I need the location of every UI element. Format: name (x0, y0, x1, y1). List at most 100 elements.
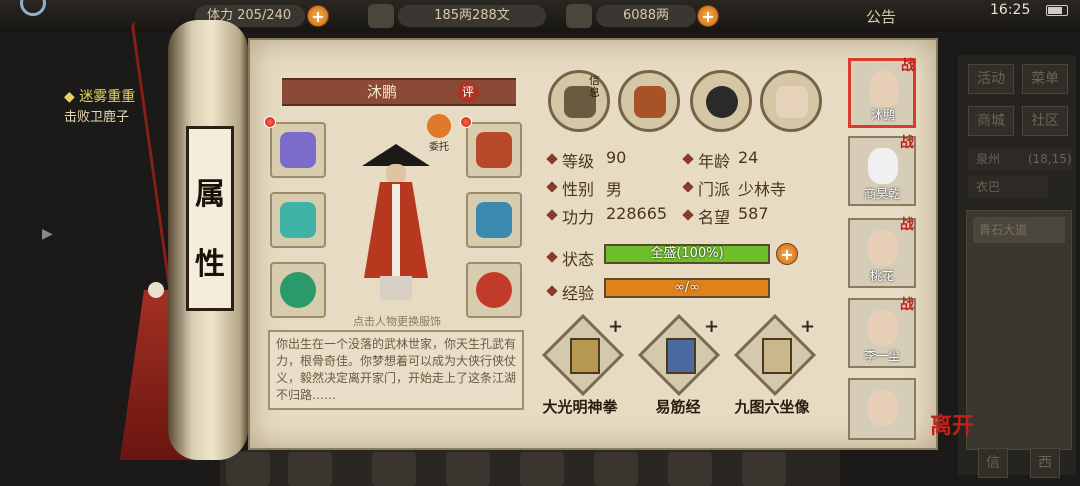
stat-label: 功力 (562, 208, 595, 227)
leave-button[interactable]: 离开 (930, 408, 974, 440)
clock: 16:25 (990, 2, 1031, 18)
party-member-5[interactable] (848, 378, 916, 440)
letter-button[interactable]: 信 (978, 448, 1008, 478)
skill-name: 大光明神拳 (542, 398, 618, 416)
stat-value: 24 (738, 148, 759, 167)
bottom-nav-icon[interactable] (446, 452, 490, 486)
gauntlet-icon (280, 132, 316, 168)
avatar (868, 310, 898, 346)
expand-arrow-icon[interactable]: ▶ (42, 226, 53, 242)
notification-dot (264, 116, 276, 128)
equip-slot-armor[interactable] (466, 192, 522, 248)
west-button[interactable]: 西 (1030, 448, 1060, 478)
scroll-icon (634, 86, 666, 118)
party-member-1[interactable]: 沐鹏战 (848, 58, 916, 128)
stat-value: 587 (738, 204, 769, 223)
stat-value: 男 (606, 180, 623, 199)
bottom-nav-icon[interactable] (226, 452, 270, 486)
shop-button[interactable]: 商城 (968, 106, 1014, 136)
name-banner: 沐鹏 (282, 78, 516, 106)
restore-state-button[interactable]: + (776, 243, 798, 265)
stat-label: 名望 (698, 208, 731, 227)
location-list: 青石大道 (966, 210, 1072, 450)
stat-value: 228665 (606, 204, 668, 223)
stat-value: 少林寺 (738, 180, 787, 199)
add-skill-icon[interactable]: + (608, 316, 623, 337)
skill-name: 易筋经 (655, 398, 701, 416)
party-member-4[interactable]: 李一尘战 (848, 297, 916, 368)
battle-tag: 战 (900, 135, 914, 151)
menu-button[interactable]: 菜单 (1022, 64, 1068, 94)
add-skill-icon[interactable]: + (704, 316, 719, 337)
quest-title: ◆ 迷雾重重 (64, 89, 136, 105)
character-face (386, 164, 406, 184)
bottom-nav-icon[interactable] (288, 452, 332, 486)
party-member-2[interactable]: 商昊乾战 (848, 135, 916, 206)
stat-value: 90 (606, 148, 627, 167)
avatar (869, 71, 899, 107)
stat-label: 年龄 (698, 152, 731, 171)
rate-badge[interactable]: 评 (457, 82, 479, 102)
character-description: 你出生在一个没落的武林世家，你天生孔武有力，根骨奇佳。你梦想着可以成为大侠行侠仗… (268, 330, 524, 410)
character-figure[interactable] (346, 144, 446, 304)
notice-button[interactable]: 公告 (866, 6, 896, 27)
meridian-icon (776, 86, 808, 118)
state-bar: 全盛(100%) (604, 244, 770, 264)
gold-ingot-icon (566, 4, 592, 28)
skill-book-icon (762, 338, 792, 374)
ornament-icon (280, 202, 316, 238)
info-tag: 信息 (589, 74, 600, 99)
belt-icon (476, 132, 512, 168)
party-member-3[interactable]: 桃花战 (848, 217, 916, 288)
bottom-nav-icon[interactable] (520, 452, 564, 486)
equip-slot-charm[interactable] (466, 262, 522, 318)
bottom-nav-icon[interactable] (594, 452, 638, 486)
skill-slot-3[interactable]: + (733, 313, 817, 397)
ring-icon (280, 272, 316, 308)
map-tab[interactable]: 衣巴 (968, 176, 1048, 198)
info-button[interactable]: 信息 (548, 70, 610, 132)
exp-bar: ∞/∞ (604, 278, 770, 298)
scroll-title-char-2: 性 (195, 247, 225, 282)
stat-label: 性别 (562, 180, 595, 199)
bottom-nav-icon[interactable] (742, 452, 786, 486)
scroll-title-char-1: 属 (195, 177, 225, 212)
equip-slot-weapon[interactable] (270, 122, 326, 178)
bagua-icon (706, 86, 738, 118)
skill-name: 九图六坐像 (734, 398, 810, 416)
equip-slot-accessory[interactable] (270, 192, 326, 248)
exp-bar-text: ∞/∞ (673, 280, 701, 295)
armor-icon (476, 202, 512, 238)
bamboo-hat (362, 144, 430, 166)
list-item[interactable]: 青石大道 (973, 217, 1065, 243)
quest-desc: 击败卫鹿子 (64, 110, 130, 125)
robe-trim (392, 184, 400, 278)
equip-slot-belt[interactable] (466, 122, 522, 178)
battle-tag: 战 (900, 297, 914, 313)
bottom-nav-icon[interactable] (668, 452, 712, 486)
avatar (868, 230, 898, 266)
location-coords: (18,15) (1027, 152, 1072, 166)
skill-slot-2[interactable]: + (637, 313, 721, 397)
outfit-hint: 点击人物更换服饰 (353, 315, 441, 328)
add-skill-icon[interactable]: + (800, 316, 815, 337)
bottom-nav-icon[interactable] (372, 452, 416, 486)
add-gold-button[interactable]: + (697, 5, 719, 27)
meridian-button[interactable] (760, 70, 822, 132)
location-strip: 泉州 (18,15) (968, 148, 1072, 170)
skill-book-icon (570, 338, 600, 374)
entrust-icon (427, 114, 451, 138)
add-stamina-button[interactable]: + (307, 5, 329, 27)
battle-tag: 战 (901, 58, 915, 74)
battery-icon (1046, 5, 1068, 16)
equip-slot-ring[interactable] (270, 262, 326, 318)
community-button[interactable]: 社区 (1022, 106, 1068, 136)
activity-button[interactable]: 活动 (968, 64, 1014, 94)
location-name: 泉州 (976, 152, 1001, 166)
bagua-button[interactable] (690, 70, 752, 132)
stat-label: 等级 (562, 152, 595, 171)
knot-charm-icon (476, 272, 512, 308)
scroll-button[interactable] (618, 70, 680, 132)
skill-slot-1[interactable]: + (541, 313, 625, 397)
character-legs (380, 276, 412, 300)
